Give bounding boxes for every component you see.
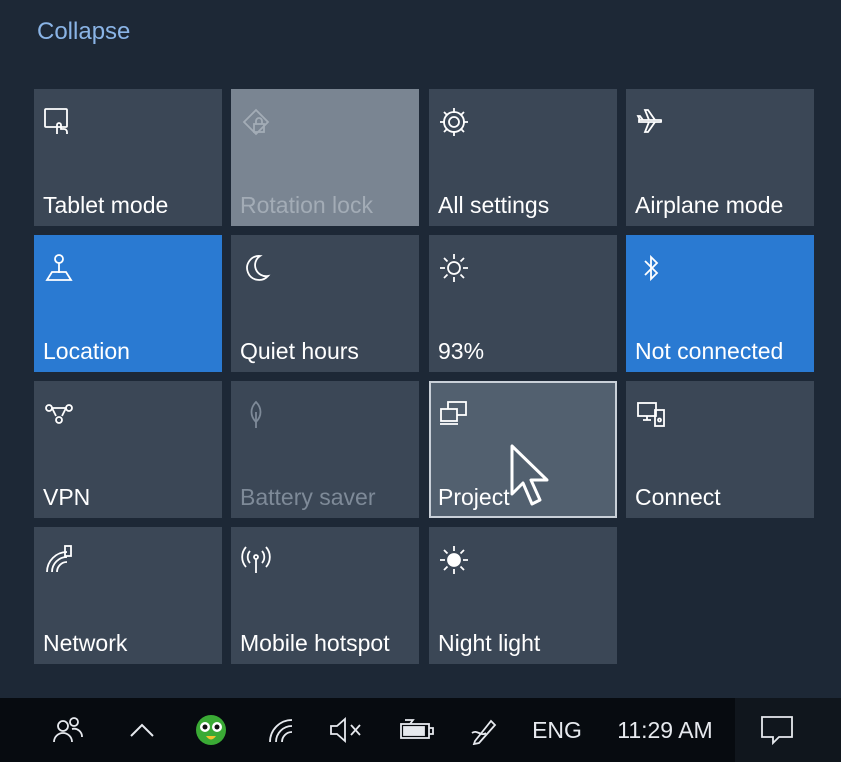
bluetooth-icon	[644, 254, 659, 282]
quick-actions-grid: Tablet mode Rotation lock All settings A…	[34, 89, 814, 664]
night-light-icon	[440, 546, 468, 574]
location-icon	[45, 254, 73, 281]
tile-brightness[interactable]: 93%	[429, 235, 617, 372]
tile-project[interactable]: Project	[429, 381, 617, 518]
battery-icon[interactable]	[396, 712, 436, 748]
connect-icon	[637, 402, 665, 427]
tile-label: Night light	[438, 630, 541, 656]
tile-label: Mobile hotspot	[240, 630, 390, 656]
collapse-link[interactable]: Collapse	[37, 18, 130, 46]
mobile-hotspot-icon	[241, 546, 271, 573]
notification-icon	[761, 716, 793, 746]
tile-battery-saver[interactable]: Battery saver	[231, 381, 419, 518]
tile-label: Quiet hours	[240, 338, 359, 364]
tile-tablet-mode[interactable]: Tablet mode	[34, 89, 222, 226]
tile-label: All settings	[438, 192, 550, 218]
rotation-lock-icon	[242, 108, 270, 136]
tablet-mode-icon	[44, 108, 68, 134]
tile-quiet-hours[interactable]: Quiet hours	[231, 235, 419, 372]
tile-airplane-mode[interactable]: Airplane mode	[626, 89, 814, 226]
taskbar: ENG 11:29 AM	[0, 698, 841, 762]
language-indicator[interactable]: ENG	[532, 712, 582, 748]
pen-icon[interactable]	[466, 712, 502, 748]
network-icon	[46, 545, 72, 573]
chevron-up-icon[interactable]	[124, 712, 160, 748]
tile-label: Network	[43, 630, 128, 656]
clock[interactable]: 11:29 AM	[606, 712, 724, 748]
people-icon[interactable]	[50, 712, 86, 748]
tile-vpn[interactable]: VPN	[34, 381, 222, 518]
action-center-panel: Collapse Tablet mode Rotation lock All s…	[0, 0, 841, 698]
tile-bluetooth[interactable]: Not connected	[626, 235, 814, 372]
tile-label: Project	[438, 484, 510, 510]
tile-mobile-hotspot[interactable]: Mobile hotspot	[231, 527, 419, 664]
tile-location[interactable]: Location	[34, 235, 222, 372]
brightness-icon	[440, 254, 468, 282]
tile-night-light[interactable]: Night light	[429, 527, 617, 664]
wifi-icon[interactable]	[264, 712, 300, 748]
battery-saver-icon	[250, 400, 262, 428]
airplane-icon	[636, 109, 663, 133]
moon-icon	[246, 255, 271, 281]
tile-rotation-lock[interactable]: Rotation lock	[231, 89, 419, 226]
gear-icon	[440, 108, 468, 136]
project-icon	[440, 401, 467, 425]
tile-connect[interactable]: Connect	[626, 381, 814, 518]
tile-label: Location	[43, 338, 130, 364]
tile-all-settings[interactable]: All settings	[429, 89, 617, 226]
tile-label: Not connected	[635, 338, 784, 364]
app-icon[interactable]	[193, 712, 229, 748]
tile-label: Tablet mode	[43, 192, 169, 218]
tile-label: Rotation lock	[240, 192, 373, 218]
tile-label: 93%	[438, 338, 485, 364]
tile-label: Airplane mode	[635, 192, 784, 218]
tile-label: VPN	[43, 484, 91, 510]
tile-label: Battery saver	[240, 484, 376, 510]
tile-network[interactable]: Network	[34, 527, 222, 664]
notification-button[interactable]	[735, 698, 841, 762]
tile-label: Connect	[635, 484, 721, 510]
vpn-icon	[45, 404, 73, 424]
volume-muted-icon[interactable]	[326, 712, 366, 748]
